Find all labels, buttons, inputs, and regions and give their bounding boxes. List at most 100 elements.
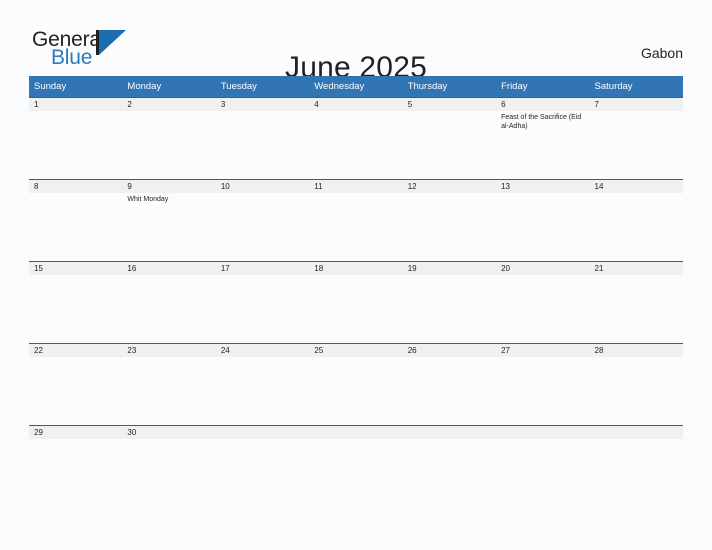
day-number-band: 24 [215, 344, 310, 357]
day-number: 17 [220, 264, 230, 273]
calendar-week-row: 22 23 24 25 26 27 28 [29, 343, 683, 426]
day-number: 24 [220, 346, 230, 355]
day-number: 18 [314, 264, 324, 273]
calendar-day-cell[interactable]: 19 [402, 261, 497, 344]
day-number: 22 [34, 346, 43, 355]
day-number-band: 5 [402, 98, 497, 111]
calendar-day-cell[interactable]: 18 [309, 261, 403, 344]
day-number-band: 16 [122, 262, 216, 275]
calendar-day-cell[interactable] [402, 425, 497, 507]
day-cell-content: 15 [29, 262, 123, 343]
day-number: 6 [501, 100, 506, 109]
calendar-day-cell[interactable]: 30 [122, 425, 216, 507]
weekday-header-wednesday: Wednesday [309, 76, 403, 98]
calendar-day-cell[interactable]: 21 [589, 261, 683, 344]
day-number: 21 [594, 264, 604, 273]
day-cell-content: 25 [309, 344, 403, 425]
calendar-day-cell[interactable]: 1 [29, 97, 123, 180]
calendar-day-cell[interactable] [496, 425, 590, 507]
day-number-band: 15 [29, 262, 123, 275]
day-cell-content: 9 Whit Monday [122, 180, 216, 261]
day-number-band [496, 426, 590, 439]
day-cell-content: 18 [309, 262, 403, 343]
calendar-day-cell[interactable]: 4 [309, 97, 403, 180]
day-number [496, 426, 589, 428]
calendar-day-cell[interactable]: 13 [496, 179, 590, 262]
calendar-day-cell[interactable]: 26 [402, 343, 497, 426]
day-cell-content: 8 [29, 180, 123, 261]
day-cell-content: 26 [402, 344, 497, 425]
day-number: 28 [594, 346, 604, 355]
day-number-band [309, 426, 403, 439]
day-number: 3 [220, 100, 226, 109]
event-item: Whit Monday [127, 196, 169, 203]
calendar-day-cell[interactable]: 11 [309, 179, 403, 262]
day-cell-content: 29 [29, 426, 123, 507]
calendar-day-cell[interactable]: 8 [29, 179, 123, 262]
day-number-band: 18 [309, 262, 403, 275]
calendar-day-cell[interactable]: 22 [29, 343, 123, 426]
calendar-day-cell[interactable]: 6 Feast of the Sacrifice (Eid al-Adha) [496, 97, 590, 180]
day-number-band: 11 [309, 180, 403, 193]
calendar-day-cell[interactable]: 29 [29, 425, 123, 507]
day-cell-content [215, 426, 310, 507]
calendar-day-cell[interactable]: 24 [215, 343, 310, 426]
day-number: 19 [407, 264, 417, 273]
day-number: 14 [594, 182, 604, 191]
calendar-day-cell[interactable]: 3 [215, 97, 310, 180]
day-number-band: 30 [122, 426, 216, 439]
calendar-day-cell[interactable] [215, 425, 310, 507]
calendar-day-cell[interactable]: 2 [122, 97, 216, 180]
calendar-day-cell[interactable]: 17 [215, 261, 310, 344]
day-number: 16 [127, 264, 137, 273]
day-number-band: 26 [402, 344, 497, 357]
day-number-band: 20 [496, 262, 590, 275]
day-number [590, 426, 683, 428]
day-cell-content: 1 [29, 98, 123, 179]
day-number: 10 [220, 182, 230, 191]
day-cell-content: 4 [309, 98, 403, 179]
day-cell-content: 22 [29, 344, 123, 425]
day-cell-content: 7 [589, 98, 683, 179]
calendar-day-cell[interactable]: 7 [589, 97, 683, 180]
day-number-band: 4 [309, 98, 403, 111]
day-number-band: 3 [215, 98, 310, 111]
day-cell-content [496, 426, 590, 507]
day-number: 2 [127, 100, 132, 109]
calendar-day-cell[interactable]: 10 [215, 179, 310, 262]
calendar-day-cell[interactable] [589, 425, 683, 507]
day-cell-content: 19 [402, 262, 497, 343]
day-number-band: 6 [496, 98, 590, 111]
day-cell-content [402, 426, 497, 507]
calendar-day-cell[interactable]: 25 [309, 343, 403, 426]
calendar-day-cell[interactable]: 27 [496, 343, 590, 426]
day-number [309, 426, 402, 428]
calendar-day-cell[interactable]: 9 Whit Monday [122, 179, 216, 262]
day-number-band: 8 [29, 180, 123, 193]
day-number-band: 12 [402, 180, 497, 193]
calendar-day-cell[interactable] [309, 425, 403, 507]
page-header: General Blue June 2025 Gabon [0, 0, 712, 85]
calendar-day-cell[interactable]: 12 [402, 179, 497, 262]
calendar-day-cell[interactable]: 5 [402, 97, 497, 180]
calendar-week-row: 15 16 17 18 19 20 21 [29, 261, 683, 344]
day-number: 15 [34, 264, 43, 273]
day-cell-content: 27 [496, 344, 590, 425]
day-number-band: 29 [29, 426, 123, 439]
calendar-day-cell[interactable]: 20 [496, 261, 590, 344]
day-number: 12 [407, 182, 417, 191]
day-number-band: 28 [589, 344, 683, 357]
day-cell-content: 17 [215, 262, 310, 343]
day-cell-content: 24 [215, 344, 310, 425]
day-cell-content: 6 Feast of the Sacrifice (Eid al-Adha) [496, 98, 590, 179]
weekday-header-monday: Monday [122, 76, 216, 98]
calendar-day-cell[interactable]: 16 [122, 261, 216, 344]
day-cell-content: 14 [589, 180, 683, 261]
weekday-header-thursday: Thursday [402, 76, 497, 98]
calendar-day-cell[interactable]: 23 [122, 343, 216, 426]
day-number: 1 [34, 100, 39, 109]
calendar-day-cell[interactable]: 14 [589, 179, 683, 262]
calendar-day-cell[interactable]: 15 [29, 261, 123, 344]
calendar-day-cell[interactable]: 28 [589, 343, 683, 426]
day-number-band: 17 [215, 262, 310, 275]
